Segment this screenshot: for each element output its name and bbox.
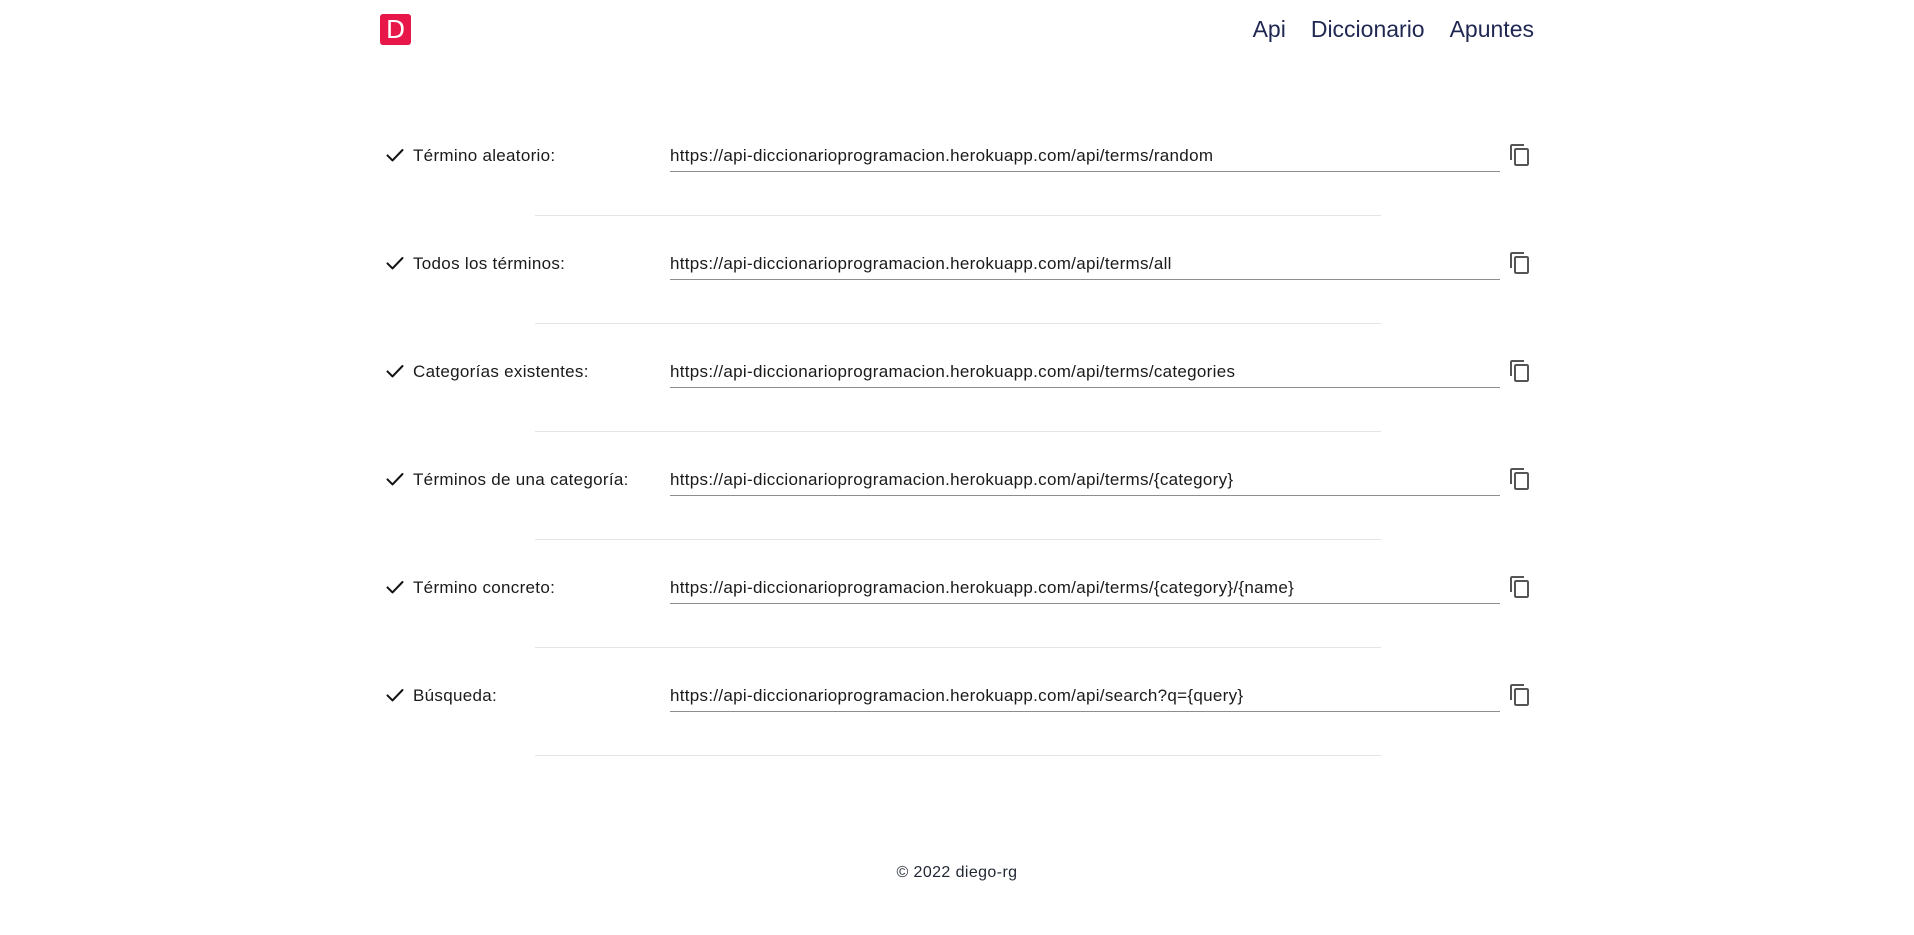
endpoint-row-specific-term: Término concreto: xyxy=(380,570,1534,610)
endpoint-row-all: Todos los términos: xyxy=(380,246,1534,286)
divider xyxy=(535,539,1381,540)
endpoint-row-random: Término aleatorio: xyxy=(380,138,1534,178)
endpoint-label: Término concreto: xyxy=(413,578,556,597)
footer-copyright: © 2022 diego-rg xyxy=(896,864,1018,881)
endpoint-row-search: Búsqueda: xyxy=(380,678,1534,718)
endpoint-url-field[interactable] xyxy=(670,248,1500,280)
nav-link-apuntes[interactable]: Apuntes xyxy=(1450,14,1534,44)
copy-icon[interactable] xyxy=(1508,359,1532,383)
check-icon xyxy=(386,149,404,162)
endpoint-label: Términos de una categoría: xyxy=(413,470,629,489)
nav-link-diccionario[interactable]: Diccionario xyxy=(1311,14,1425,44)
divider xyxy=(535,647,1381,648)
page: D Api Diccionario Apuntes Término aleato… xyxy=(0,0,1914,935)
check-icon xyxy=(386,257,404,270)
divider xyxy=(535,323,1381,324)
check-icon xyxy=(386,689,404,702)
copy-icon[interactable] xyxy=(1508,467,1532,491)
endpoint-row-category-terms: Términos de una categoría: xyxy=(380,462,1534,502)
divider xyxy=(535,215,1381,216)
endpoint-url-field[interactable] xyxy=(670,464,1500,496)
check-icon xyxy=(386,473,404,486)
endpoint-url-field[interactable] xyxy=(670,680,1500,712)
nav-link-api[interactable]: Api xyxy=(1253,14,1286,44)
check-icon xyxy=(386,581,404,594)
main-nav: Api Diccionario Apuntes xyxy=(1253,14,1534,44)
copy-icon[interactable] xyxy=(1508,683,1532,707)
endpoint-label: Búsqueda: xyxy=(413,686,497,705)
check-icon xyxy=(386,365,404,378)
copy-icon[interactable] xyxy=(1508,575,1532,599)
endpoint-url-field[interactable] xyxy=(670,356,1500,388)
endpoint-label: Categorías existentes: xyxy=(413,362,589,381)
endpoint-row-categories: Categorías existentes: xyxy=(380,354,1534,394)
endpoint-url-field[interactable] xyxy=(670,572,1500,604)
copy-icon[interactable] xyxy=(1508,251,1532,275)
copy-icon[interactable] xyxy=(1508,143,1532,167)
header: D Api Diccionario Apuntes xyxy=(380,0,1534,60)
logo[interactable]: D xyxy=(380,14,411,45)
endpoint-label: Todos los términos: xyxy=(413,254,566,273)
endpoint-label: Término aleatorio: xyxy=(413,146,556,165)
divider xyxy=(535,431,1381,432)
divider xyxy=(535,755,1381,756)
endpoint-url-field[interactable] xyxy=(670,140,1500,172)
